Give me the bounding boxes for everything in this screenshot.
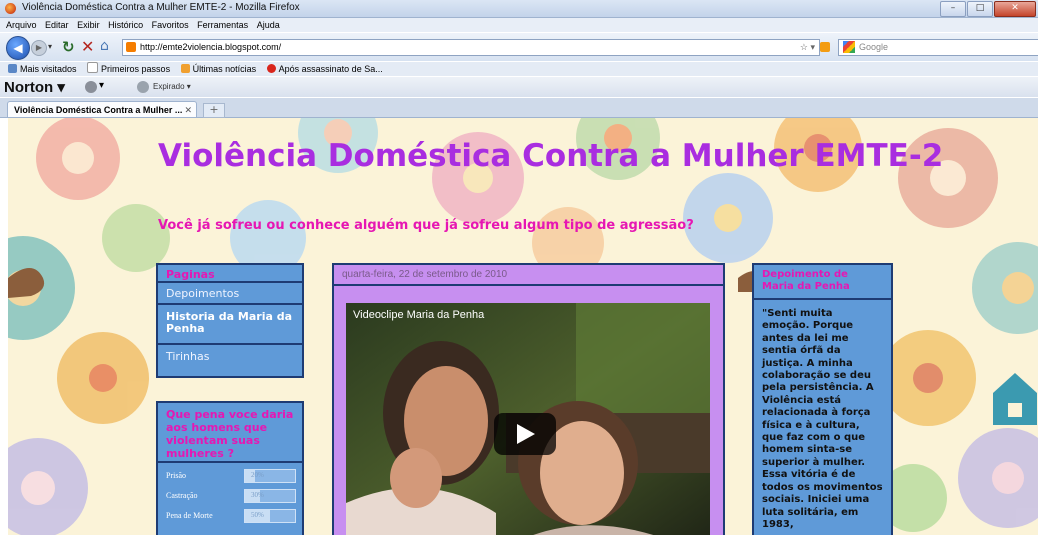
poll-widget: Que pena voce daria aos homens que viole… bbox=[156, 401, 304, 535]
menu-exibir[interactable]: Exibir bbox=[77, 18, 100, 32]
back-button[interactable]: ◀ bbox=[6, 36, 30, 60]
minimize-icon[interactable]: – bbox=[940, 1, 966, 17]
testimony-heading: Depoimento de Maria da Penha bbox=[752, 263, 893, 300]
close-icon[interactable]: ✕ bbox=[994, 1, 1036, 17]
tab-close-icon[interactable]: ✕ bbox=[184, 102, 192, 117]
poll-option-label: Castração bbox=[166, 491, 198, 500]
page-link-historia[interactable]: Historia da Maria da Penha bbox=[156, 305, 304, 345]
window-controls: – □ ✕ bbox=[940, 1, 1036, 17]
search-placeholder: Google bbox=[859, 42, 889, 52]
bookmark-label: Após assassinato de Sa... bbox=[278, 64, 383, 74]
video-player[interactable]: Videoclipe Maria da Penha bbox=[346, 303, 710, 535]
tab-strip: Violência Doméstica Contra a Mulher ... ✕… bbox=[0, 98, 1038, 118]
bookmark-star-icon[interactable]: ☆ ▾ bbox=[800, 40, 815, 55]
reload-icon[interactable]: ↻ bbox=[62, 38, 75, 56]
menu-ferramentas[interactable]: Ferramentas bbox=[197, 18, 248, 32]
norton-toolbar: Norton ▾ ▾ Expirado ▾ bbox=[0, 77, 1038, 97]
poll-result-bar: 30% bbox=[244, 489, 296, 503]
menu-arquivo[interactable]: Arquivo bbox=[6, 18, 37, 32]
blog-title[interactable]: Violência Doméstica Contra a Mulher EMTE… bbox=[158, 139, 943, 174]
identity-label: Expirado ▾ bbox=[153, 82, 191, 91]
stop-icon[interactable]: ✕ bbox=[81, 37, 94, 56]
play-button-icon[interactable] bbox=[494, 413, 556, 455]
poll-option-label: Pena de Morte bbox=[166, 511, 213, 520]
bookmark-icon bbox=[8, 64, 17, 73]
menu-bar: Arquivo Editar Exibir Histórico Favorito… bbox=[0, 18, 1038, 32]
norton-logo[interactable]: Norton ▾ bbox=[4, 78, 65, 96]
bookmark-label: Primeiros passos bbox=[101, 64, 171, 74]
poll-question: Que pena voce daria aos homens que viole… bbox=[158, 403, 302, 463]
norton-identity-icon[interactable] bbox=[137, 81, 149, 93]
navigation-toolbar: ◀ ▶ ▾ ↻ ✕ ⌂ http://emte2violencia.blogsp… bbox=[0, 33, 1038, 61]
poll-option[interactable]: Prisão 20% bbox=[158, 468, 302, 483]
tab-label: Violência Doméstica Contra a Mulher ... bbox=[14, 105, 183, 115]
bookmark-mais-visitados[interactable]: Mais visitados bbox=[8, 62, 77, 76]
blogger-favicon-icon bbox=[126, 42, 136, 52]
menu-editar[interactable]: Editar bbox=[45, 18, 69, 32]
menu-favoritos[interactable]: Favoritos bbox=[152, 18, 189, 32]
poll-option-label: Prisão bbox=[166, 471, 186, 480]
poll-result-bar: 50% bbox=[244, 509, 296, 523]
poll-percent: 20% bbox=[251, 471, 264, 479]
poll-option[interactable]: Castração 30% bbox=[158, 488, 302, 503]
dropdown-icon[interactable]: ▾ bbox=[99, 80, 104, 91]
arrow-left-icon: ◀ bbox=[13, 41, 23, 55]
new-tab-button[interactable]: + bbox=[203, 103, 225, 118]
poll-percent: 30% bbox=[251, 491, 264, 499]
bookmark-label: Mais visitados bbox=[20, 64, 77, 74]
address-bar[interactable]: http://emte2violencia.blogspot.com/ ☆ ▾ bbox=[122, 39, 820, 56]
video-title: Videoclipe Maria da Penha bbox=[353, 309, 485, 321]
rss-icon bbox=[180, 64, 190, 73]
norton-safeweb-icon[interactable] bbox=[85, 81, 97, 93]
google-search-icon[interactable] bbox=[843, 41, 855, 53]
pages-widget: Paginas Depoimentos Historia da Maria da… bbox=[156, 263, 304, 378]
tab-violencia[interactable]: Violência Doméstica Contra a Mulher ... ✕ bbox=[7, 101, 197, 117]
blog-title-text: Violência Doméstica Contra a Mulher EMTE… bbox=[158, 138, 944, 174]
blog-subtitle: Você já sofreu ou conhece alguém que já … bbox=[158, 218, 694, 233]
history-dropdown-icon[interactable]: ▾ bbox=[48, 42, 52, 51]
bookmark-primeiros-passos[interactable]: Primeiros passos bbox=[87, 62, 170, 76]
norton-label: Norton bbox=[4, 79, 54, 96]
page-link-depoimentos[interactable]: Depoimentos bbox=[156, 283, 304, 305]
menu-historico[interactable]: Histórico bbox=[108, 18, 143, 32]
bookmark-label: Últimas notícias bbox=[192, 64, 257, 74]
menu-ajuda[interactable]: Ajuda bbox=[257, 18, 280, 32]
home-icon[interactable]: ⌂ bbox=[100, 38, 109, 54]
blog-post: quarta-feira, 22 de setembro de 2010 Vid… bbox=[332, 263, 725, 535]
bookmarks-toolbar: Mais visitados Primeiros passos Últimas … bbox=[0, 62, 1038, 76]
testimony-widget: Depoimento de Maria da Penha "Senti muit… bbox=[752, 263, 893, 535]
poll-result-bar: 20% bbox=[244, 469, 296, 483]
maximize-icon[interactable]: □ bbox=[967, 1, 993, 17]
window-title: Violência Doméstica Contra a Mulher EMTE… bbox=[22, 2, 300, 13]
poll-option[interactable]: Pena de Morte 50% bbox=[158, 508, 302, 523]
testimony-text: "Senti muita emoção. Porque antes da lei… bbox=[752, 300, 893, 535]
news-icon bbox=[266, 64, 276, 73]
pages-heading: Paginas bbox=[156, 263, 304, 283]
feed-status: Expirado bbox=[153, 82, 185, 91]
window-titlebar: Violência Doméstica Contra a Mulher EMTE… bbox=[0, 0, 1038, 18]
bookmark-ultimas-noticias[interactable]: Últimas notícias bbox=[180, 62, 257, 76]
blog-page: Violência Doméstica Contra a Mulher EMTE… bbox=[8, 118, 1038, 535]
forward-button[interactable]: ▶ bbox=[31, 40, 47, 56]
poll-percent: 50% bbox=[251, 511, 264, 519]
firefox-logo-icon bbox=[5, 3, 16, 14]
rss-feed-icon[interactable] bbox=[820, 42, 830, 52]
page-icon bbox=[87, 62, 99, 73]
arrow-right-icon: ▶ bbox=[35, 43, 43, 52]
search-box[interactable]: Google bbox=[838, 39, 1038, 56]
page-link-tirinhas[interactable]: Tirinhas bbox=[156, 345, 304, 378]
post-date: quarta-feira, 22 de setembro de 2010 bbox=[334, 265, 723, 286]
bookmark-apos-assassinato[interactable]: Após assassinato de Sa... bbox=[266, 62, 383, 76]
address-url: http://emte2violencia.blogspot.com/ bbox=[140, 42, 282, 52]
